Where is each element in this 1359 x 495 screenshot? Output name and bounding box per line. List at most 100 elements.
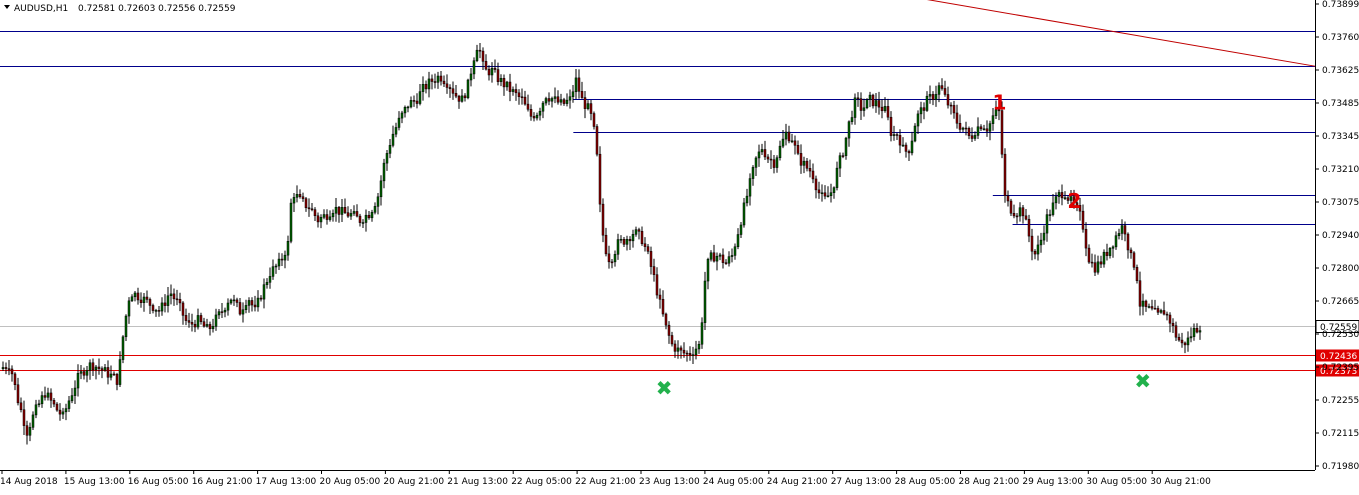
candle-body bbox=[178, 299, 182, 304]
chart-annotation[interactable]: ✖ bbox=[656, 376, 673, 400]
candle-body bbox=[670, 335, 674, 345]
candle-body bbox=[322, 214, 326, 218]
candle-body bbox=[58, 409, 62, 415]
candle-body bbox=[172, 293, 176, 300]
candle-body bbox=[763, 149, 767, 158]
candle-body bbox=[40, 395, 44, 405]
candle-body bbox=[622, 238, 626, 245]
candle-body bbox=[1138, 280, 1142, 307]
y-tick-label: 0.72395 bbox=[1322, 363, 1359, 373]
candle-body bbox=[334, 206, 338, 214]
candle-body bbox=[982, 128, 986, 131]
candle-body bbox=[955, 112, 959, 124]
candle-body bbox=[379, 180, 383, 198]
candle-body bbox=[28, 427, 32, 436]
candle-body bbox=[1156, 308, 1160, 313]
candle-body bbox=[769, 158, 773, 161]
x-tick-label: 17 Aug 13:00 bbox=[256, 477, 317, 487]
candle-body bbox=[988, 123, 992, 132]
candle-body bbox=[916, 113, 920, 127]
candle-body bbox=[145, 296, 149, 300]
candle-body bbox=[412, 100, 416, 102]
time-axis: 14 Aug 2018 15 Aug 13:00 16 Aug 05:00 16 Au… bbox=[0, 470, 1211, 487]
candle-body bbox=[703, 280, 707, 323]
candle-body bbox=[55, 403, 59, 411]
candle-body bbox=[928, 94, 932, 97]
candle-body bbox=[712, 252, 716, 262]
candle-body bbox=[436, 75, 440, 83]
candle-body bbox=[250, 300, 254, 306]
candle-body bbox=[766, 156, 770, 160]
chart-annotation[interactable]: 2 bbox=[1067, 189, 1081, 213]
candle-body bbox=[277, 258, 281, 267]
symbol-dropdown-icon[interactable] bbox=[4, 5, 10, 9]
y-tick-label: 0.71980 bbox=[1322, 462, 1359, 472]
candle-body bbox=[925, 95, 929, 111]
y-tick-label: 0.73899 bbox=[1322, 0, 1359, 10]
trend-line[interactable] bbox=[868, 0, 1316, 67]
candle-body bbox=[1027, 218, 1031, 237]
ohlc-values: 0.72581 0.72603 0.72556 0.72559 bbox=[78, 4, 236, 14]
candle-body bbox=[106, 367, 110, 378]
candle-body bbox=[1102, 251, 1106, 265]
candle-body bbox=[283, 254, 287, 261]
candle-body bbox=[1135, 267, 1139, 281]
candle-body bbox=[907, 151, 911, 154]
candle-body bbox=[244, 305, 248, 310]
candle-body bbox=[121, 336, 125, 360]
candle-body bbox=[139, 299, 143, 303]
candle-body bbox=[160, 302, 164, 312]
candle-body bbox=[538, 110, 542, 116]
chart-annotation[interactable]: 1 bbox=[992, 90, 1006, 114]
candle-body bbox=[874, 100, 878, 107]
candle-body bbox=[391, 133, 395, 146]
candle-body bbox=[748, 178, 752, 197]
candle-body bbox=[358, 215, 362, 223]
candle-body bbox=[1192, 327, 1196, 337]
candle-body bbox=[1198, 330, 1202, 333]
candle-body bbox=[757, 151, 761, 159]
candle-body bbox=[1093, 262, 1097, 273]
candle-body bbox=[1042, 232, 1046, 241]
chart-window[interactable]: 0.72436 0.72373 0.72559 1 2 ✖ ✖ 0.73899 0.7376… bbox=[0, 0, 1359, 491]
candle-body bbox=[844, 137, 848, 156]
candle-body bbox=[535, 114, 539, 119]
candle-body bbox=[76, 373, 80, 389]
candle-body bbox=[1168, 314, 1172, 324]
candle-body bbox=[82, 371, 86, 376]
x-tick-label: 16 Aug 05:00 bbox=[128, 477, 189, 487]
candle-body bbox=[424, 84, 428, 90]
candle-body bbox=[1180, 339, 1184, 344]
candle-body bbox=[952, 105, 956, 114]
price-chart[interactable]: 0.724360.723730.72559 12✖ ✖ 0.738990.7376… bbox=[0, 0, 1359, 491]
candle-body bbox=[400, 112, 404, 119]
candle-body bbox=[481, 50, 485, 62]
candle-body bbox=[1015, 215, 1019, 218]
candle-body bbox=[619, 238, 623, 241]
candle-body bbox=[406, 106, 410, 109]
candle-body bbox=[589, 103, 593, 114]
x-tick-label: 28 Aug 21:00 bbox=[959, 477, 1020, 487]
candle-body bbox=[181, 302, 185, 316]
candle-body bbox=[67, 400, 71, 409]
candle-body bbox=[301, 196, 305, 199]
candle-body bbox=[817, 189, 821, 194]
candle-body bbox=[631, 234, 635, 242]
candle-body bbox=[688, 353, 692, 356]
candle-body bbox=[127, 300, 131, 317]
chart-annotation[interactable]: ✖ bbox=[1134, 369, 1151, 393]
candle-body bbox=[898, 135, 902, 146]
candle-body bbox=[709, 252, 713, 260]
candle-body bbox=[742, 202, 746, 226]
y-tick-label: 0.73485 bbox=[1322, 99, 1359, 109]
candle-body bbox=[847, 121, 851, 139]
candle-body bbox=[100, 368, 104, 371]
candle-body bbox=[1159, 310, 1163, 313]
candle-body bbox=[1006, 195, 1010, 202]
candle-body bbox=[130, 296, 134, 302]
x-tick-label: 30 Aug 05:00 bbox=[1086, 477, 1147, 487]
candle-body bbox=[904, 144, 908, 152]
candle-body bbox=[376, 196, 380, 207]
candle-body bbox=[220, 311, 224, 313]
candle-body bbox=[31, 414, 35, 428]
